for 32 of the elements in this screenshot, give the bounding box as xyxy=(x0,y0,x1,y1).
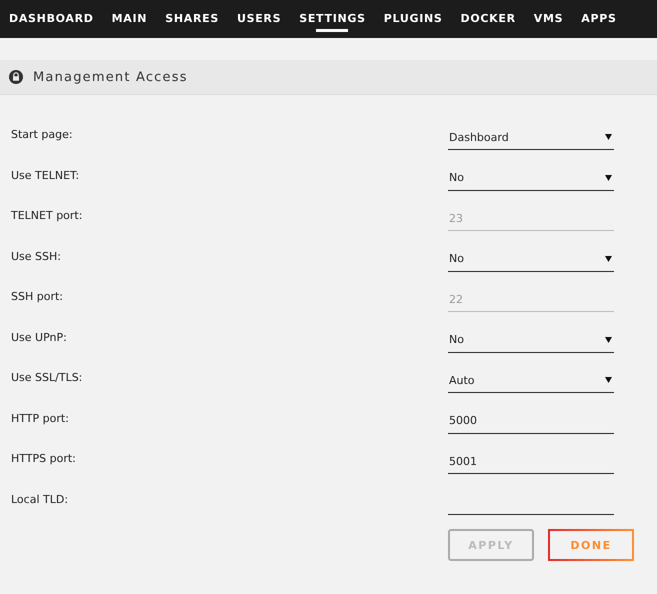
dropdown[interactable]: Dashboard xyxy=(448,125,614,150)
nav-tab[interactable]: MAIN xyxy=(112,0,148,38)
lock-icon xyxy=(9,70,23,84)
field-label: SSH port: xyxy=(11,289,64,303)
dropdown[interactable]: No xyxy=(448,166,614,190)
field-label: HTTP port: xyxy=(11,410,70,424)
input-field[interactable]: 5000 xyxy=(448,408,614,434)
caret-icon xyxy=(605,256,612,262)
field-label: TELNET port: xyxy=(11,208,84,222)
dropdown[interactable]: Auto xyxy=(448,368,614,393)
nav-tab[interactable]: PLUGINS xyxy=(384,0,443,38)
dropdown[interactable]: No xyxy=(448,246,614,272)
nav-tab[interactable]: USERS xyxy=(236,0,282,38)
caret-icon xyxy=(605,336,612,342)
field-label: HTTPS port: xyxy=(11,451,77,465)
caret-icon xyxy=(605,174,612,180)
dropdown[interactable]: No xyxy=(448,328,614,352)
nav-tab[interactable]: APPS xyxy=(581,0,617,38)
nav-tab[interactable]: DOCKER xyxy=(460,0,516,38)
nav-tab[interactable]: SHARES xyxy=(165,0,219,38)
field-label: Use SSH: xyxy=(11,248,62,262)
field-label: Use TELNET: xyxy=(11,168,80,182)
field-label: Use UPnP: xyxy=(11,330,68,344)
caret-icon xyxy=(605,377,612,383)
input-field[interactable]: 5001 xyxy=(448,449,614,474)
field-label: Local TLD: xyxy=(11,492,70,506)
field-label: Use SSL/TLS: xyxy=(11,370,84,384)
nav-tab[interactable]: VMS xyxy=(534,0,564,38)
section-title: Management Access xyxy=(33,70,188,84)
field-label: Start page: xyxy=(11,127,74,141)
nav-tab[interactable]: DASHBOARD xyxy=(9,0,94,38)
caret-icon xyxy=(605,134,612,140)
